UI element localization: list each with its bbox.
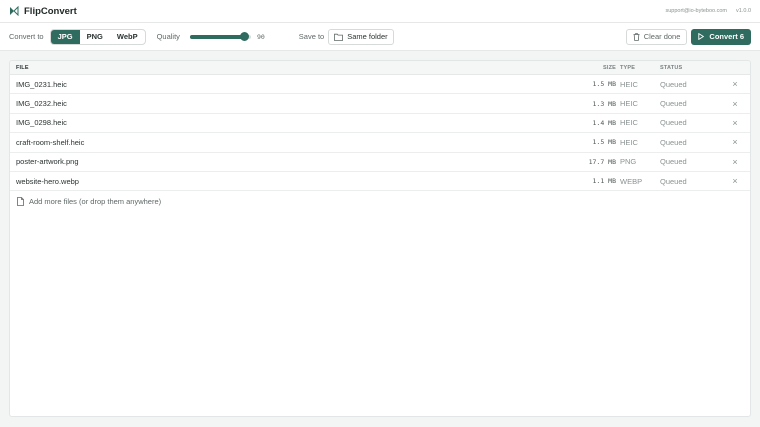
remove-icon[interactable]: × [720, 176, 750, 186]
header-type: TYPE [620, 64, 636, 71]
table-row[interactable]: poster-artwork.png 17.7 MB PNG Queued × [10, 153, 750, 172]
convert-label: Convert 6 [709, 32, 744, 41]
remove-icon[interactable]: × [720, 99, 750, 109]
file-status: Queued [660, 176, 687, 186]
file-name: IMG_0298.heic [16, 118, 67, 128]
remove-icon[interactable]: × [720, 79, 750, 89]
file-type: HEIC [620, 99, 638, 109]
file-name: poster-artwork.png [16, 157, 79, 167]
title-bar-meta: support@io-byteboo.com v1.0.0 [665, 8, 751, 14]
flip-logo-icon [10, 6, 19, 16]
file-status: Queued [660, 99, 687, 109]
file-type: HEIC [620, 79, 638, 89]
remove-icon[interactable]: × [720, 118, 750, 128]
file-size: 1.4 MB [592, 118, 616, 127]
file-size: 1.5 MB [592, 138, 616, 147]
quality-slider[interactable] [189, 31, 251, 41]
file-type: PNG [620, 157, 637, 167]
remove-icon[interactable]: × [720, 157, 750, 167]
play-icon [698, 33, 705, 40]
table-row[interactable]: IMG_0232.heic 1.3 MB HEIC Queued × [10, 94, 750, 114]
format-png-button[interactable]: PNG [80, 30, 110, 44]
support-link[interactable]: support@io-byteboo.com [665, 8, 727, 14]
table-row[interactable]: website-hero.webp 1.1 MB WEBP Queued × [10, 172, 750, 192]
version-label: v1.0.0 [736, 8, 751, 14]
save-folder-label: Same folder [347, 32, 388, 41]
clear-done-label: Clear done [643, 32, 681, 41]
quality-label: Quality [156, 32, 180, 41]
table-row[interactable]: IMG_0298.heic 1.4 MB HEIC Queued × [10, 114, 750, 134]
header-file: FILE [16, 64, 29, 71]
file-type: WEBP [620, 176, 643, 186]
file-status: Queued [660, 118, 687, 128]
save-to-control: Save to Same folder [298, 28, 394, 45]
quality-control: Quality 90 [156, 31, 265, 41]
file-name: website-hero.webp [16, 176, 79, 186]
save-folder-button[interactable]: Same folder [328, 28, 394, 45]
convert-button[interactable]: Convert 6 [691, 28, 751, 45]
file-name: IMG_0231.heic [16, 79, 67, 89]
table-row[interactable]: IMG_0231.heic 1.5 MB HEIC Queued × [10, 75, 750, 95]
file-status: Queued [660, 79, 687, 89]
format-jpg-button[interactable]: JPG [50, 29, 80, 44]
trash-icon [633, 32, 640, 41]
file-type: HEIC [620, 137, 638, 147]
app-title: FlipConvert [24, 5, 77, 17]
remove-icon[interactable]: × [720, 137, 750, 147]
save-to-label: Save to [298, 32, 325, 41]
quality-slider-thumb[interactable] [239, 31, 249, 41]
folder-icon [334, 33, 344, 41]
convert-to-label: Convert to [9, 32, 44, 41]
format-selector: JPG PNG WebP [49, 28, 146, 45]
file-name: craft-room-shelf.heic [16, 137, 85, 147]
toolbar-actions: Clear done Convert 6 [625, 28, 751, 45]
table-header: FILE SIZE TYPE STATUS [10, 61, 750, 75]
file-type: HEIC [620, 118, 638, 128]
file-size: 1.5 MB [592, 80, 616, 89]
quality-slider-fill [189, 34, 245, 39]
file-size: 1.1 MB [592, 177, 616, 186]
file-list-panel: FILE SIZE TYPE STATUS IMG_0231.heic 1.5 … [9, 60, 751, 417]
header-size: SIZE [602, 64, 616, 71]
file-icon [17, 197, 24, 207]
toolbar: Convert to JPG PNG WebP Quality 90 Save … [0, 23, 760, 51]
format-webp-button[interactable]: WebP [110, 30, 145, 44]
clear-done-button[interactable]: Clear done [625, 28, 688, 45]
file-name: IMG_0232.heic [16, 99, 67, 109]
file-status: Queued [660, 157, 687, 167]
file-size: 17.7 MB [588, 157, 616, 166]
quality-value: 90 [256, 32, 265, 41]
table-row[interactable]: craft-room-shelf.heic 1.5 MB HEIC Queued… [10, 133, 750, 153]
add-more-files-button[interactable]: Add more files (or drop them anywhere) [10, 191, 750, 206]
file-status: Queued [660, 137, 687, 147]
header-status: STATUS [660, 64, 683, 71]
add-more-label: Add more files (or drop them anywhere) [29, 197, 162, 207]
title-bar: FlipConvert support@io-byteboo.com v1.0.… [0, 0, 760, 23]
file-size: 1.3 MB [592, 99, 616, 108]
